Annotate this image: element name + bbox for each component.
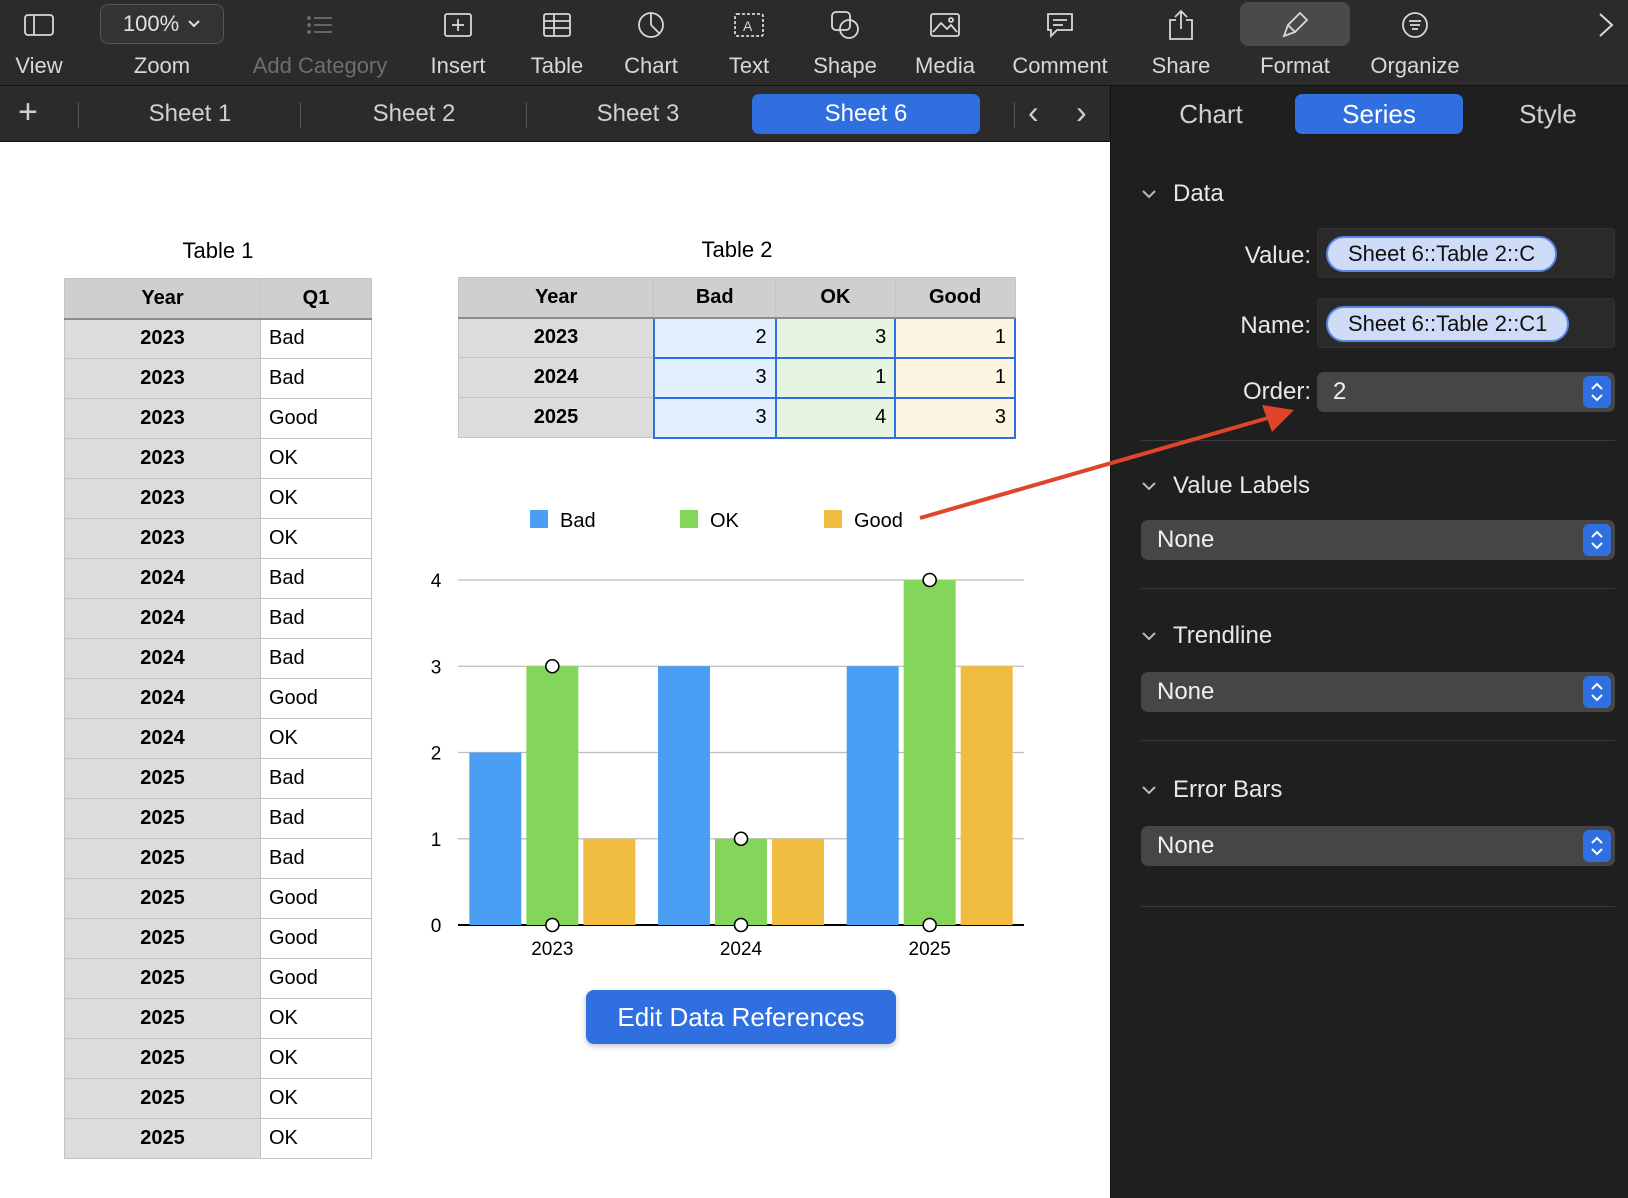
bar-ok-2024 <box>715 838 767 925</box>
bar-good-2024 <box>772 838 824 925</box>
bar-good-2025 <box>960 666 1013 925</box>
bar-bad-2023 <box>469 752 522 925</box>
legend-label-ok: OK <box>710 510 740 532</box>
y-tick-label: 3 <box>431 657 442 678</box>
selection-handle <box>545 658 560 674</box>
x-tick-label: 2024 <box>720 939 763 960</box>
selection-handle <box>545 917 560 933</box>
legend-swatch-ok <box>680 510 698 528</box>
selection-handle <box>733 917 749 933</box>
legend-swatch-good <box>824 510 842 528</box>
bar-ok-2025 <box>903 580 956 925</box>
x-tick-label: 2025 <box>909 939 951 960</box>
bar-bad-2025 <box>846 666 899 925</box>
selection-handle <box>922 572 937 588</box>
bar-bad-2024 <box>658 666 710 925</box>
bar-ok-2023 <box>526 666 579 925</box>
selection-handle <box>733 831 749 847</box>
legend-swatch-bad <box>530 510 548 528</box>
y-tick-label: 1 <box>431 830 442 851</box>
x-tick-label: 2023 <box>531 939 573 960</box>
y-tick-label: 4 <box>431 571 442 592</box>
edit-data-references-button[interactable]: Edit Data References <box>586 990 896 1044</box>
y-tick-label: 0 <box>431 916 442 937</box>
y-tick-label: 2 <box>431 744 442 765</box>
annotation-arrow-line <box>919 416 1269 520</box>
legend-label-good: Good <box>854 510 903 532</box>
selection-handle <box>922 917 937 933</box>
legend-label-bad: Bad <box>560 510 596 532</box>
bar-good-2023 <box>583 838 636 925</box>
